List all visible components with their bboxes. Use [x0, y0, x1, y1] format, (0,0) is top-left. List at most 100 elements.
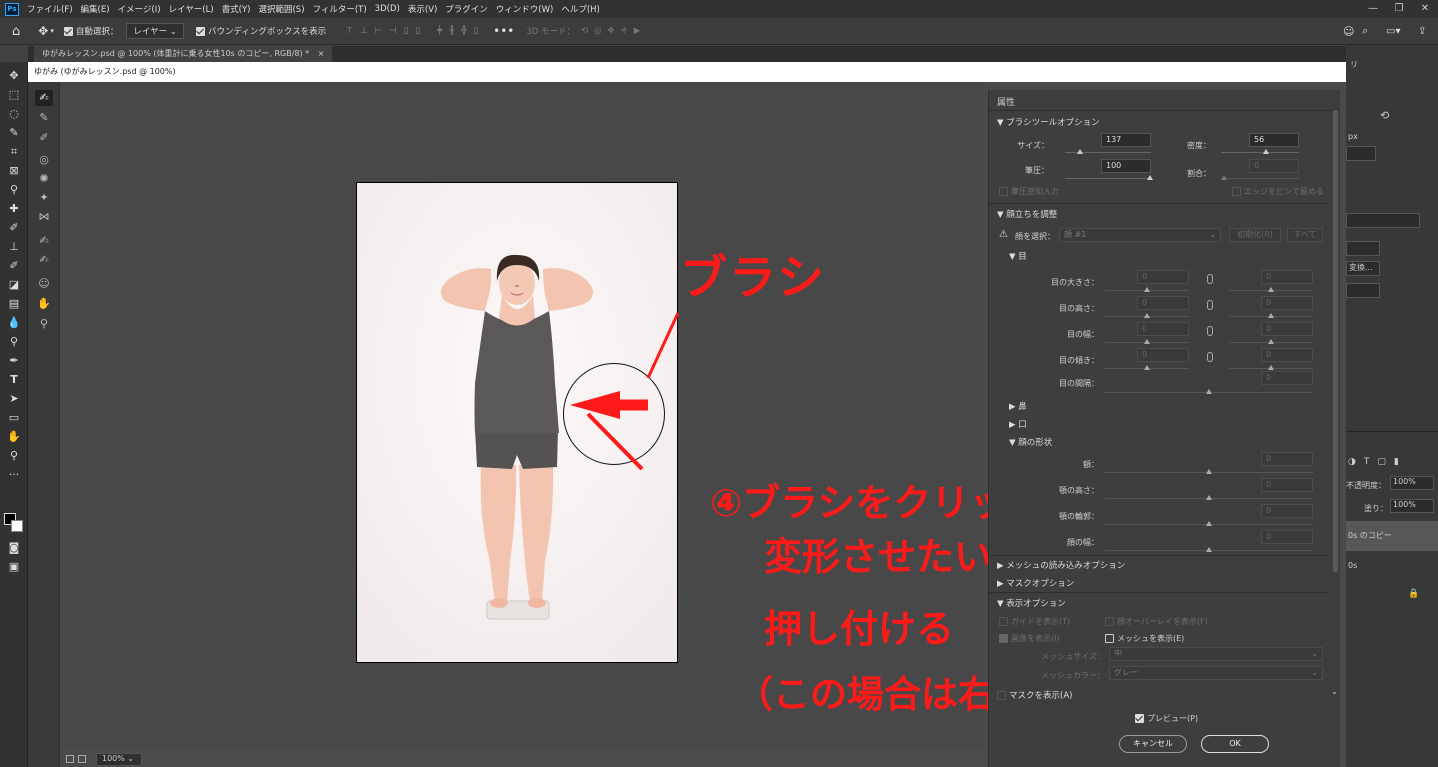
document-tab[interactable]: ゆがみレッスン.psd @ 100% (体重計に乗る女性10s のコピー, RG…	[34, 46, 333, 62]
density-slider[interactable]	[1221, 149, 1299, 154]
zoom-tool-icon[interactable]: ⚲	[4, 448, 24, 464]
zoom-in-icon[interactable]	[78, 755, 86, 763]
stamp-tool-icon[interactable]: ⊥	[4, 239, 24, 255]
layer-row[interactable]: 0s	[1346, 553, 1438, 579]
marquee-tool-icon[interactable]: ⬚	[4, 87, 24, 103]
right-field-2[interactable]	[1346, 213, 1420, 228]
restore-icon[interactable]: ❐	[1386, 0, 1412, 18]
menu-file[interactable]: ファイル(F)	[23, 3, 77, 15]
thaw-mask-tool-icon[interactable]: ✍	[35, 252, 53, 268]
face-tool-icon[interactable]: ☺	[35, 276, 53, 292]
move-tool-icon[interactable]: ✥	[38, 24, 48, 38]
eyedropper-tool-icon[interactable]: ⚲	[4, 182, 24, 198]
healing-brush-tool-icon[interactable]: ✚	[4, 201, 24, 217]
pressure-input[interactable]: 100	[1101, 159, 1151, 173]
show-mask-option[interactable]: マスクを表示(A)	[997, 689, 1072, 701]
menu-select[interactable]: 選択範囲(S)	[254, 3, 308, 15]
move-tool-icon[interactable]: ✥	[4, 68, 24, 84]
layer-row-selected[interactable]: 0s のコピー	[1346, 521, 1438, 551]
liquify-canvas[interactable]: ブラシ ④ブラシをクリックしたまま 変形させたい方向に 押し付ける （この場合は…	[60, 82, 1196, 747]
forward-warp-tool-icon[interactable]: ✍	[35, 90, 53, 106]
eraser-tool-icon[interactable]: ◪	[4, 277, 24, 293]
push-left-tool-icon[interactable]: ⋈	[35, 209, 53, 225]
layer-filter-icons[interactable]: ◑T▢▮	[1348, 457, 1407, 467]
screen-mode-icon[interactable]: ▣	[4, 559, 24, 575]
zoom-select[interactable]: 100% ⌄	[96, 753, 142, 766]
right-field-4[interactable]	[1346, 283, 1380, 298]
ok-button[interactable]: OK	[1201, 735, 1269, 753]
auto-select-dropdown[interactable]: レイヤー ⌄	[126, 23, 184, 39]
stylus-pressure-option[interactable]: 筆圧感知入力	[999, 186, 1059, 197]
menu-help[interactable]: ヘルプ(H)	[557, 3, 604, 15]
cancel-button[interactable]: キャンセル	[1119, 735, 1187, 753]
zoom-tool-icon[interactable]: ⚲	[35, 316, 53, 332]
panel-scroll-down-icon[interactable]: ⌄	[1331, 687, 1338, 696]
size-input[interactable]: 137	[1101, 133, 1151, 147]
pin-edges-option[interactable]: エッジをピンで留める	[1232, 186, 1324, 197]
path-select-tool-icon[interactable]: ➤	[4, 391, 24, 407]
nose-group-header[interactable]: ▶ 鼻	[1009, 400, 1027, 412]
mask-options-header[interactable]: ▶ マスクオプション	[997, 577, 1074, 589]
right-field-3[interactable]	[1346, 241, 1380, 256]
auto-select-checkbox[interactable]	[63, 26, 73, 36]
brush-tool-options-header[interactable]: ▼ ブラシツールオプション	[997, 116, 1100, 128]
minimize-icon[interactable]: —	[1360, 0, 1386, 18]
mouth-group-header[interactable]: ▶ 口	[1009, 418, 1027, 430]
smooth-tool-icon[interactable]: ✐	[35, 130, 53, 146]
chevron-down-icon[interactable]: ▾	[50, 27, 54, 35]
face-shape-group-header[interactable]: ▼ 顔の形状	[1009, 436, 1052, 448]
density-input[interactable]: 56	[1249, 133, 1299, 147]
home-icon[interactable]: ⌂	[12, 24, 20, 39]
convert-button[interactable]: 変換...	[1346, 261, 1380, 276]
crop-tool-icon[interactable]: ⌗	[4, 144, 24, 160]
menu-plugins[interactable]: プラグイン	[441, 3, 492, 15]
share-icon[interactable]: ⇪	[1418, 26, 1426, 37]
type-tool-icon[interactable]: T	[4, 372, 24, 388]
menu-layer[interactable]: レイヤー(L)	[165, 3, 218, 15]
close-icon[interactable]: ✕	[1412, 0, 1438, 18]
fill-field[interactable]: 100%	[1390, 499, 1434, 513]
view-options-header[interactable]: ▼ 表示オプション	[997, 597, 1066, 609]
distribute-icons[interactable]: ╪╫╬▯	[437, 26, 485, 36]
bounding-box-checkbox[interactable]	[195, 26, 205, 36]
history-brush-tool-icon[interactable]: ✐	[4, 258, 24, 274]
gradient-tool-icon[interactable]: ▤	[4, 296, 24, 312]
pucker-tool-icon[interactable]: ✺	[35, 171, 53, 187]
menu-image[interactable]: イメージ(I)	[114, 3, 165, 15]
show-mesh-option[interactable]: メッシュを表示(E)	[1105, 633, 1184, 644]
quick-select-tool-icon[interactable]: ✎	[4, 125, 24, 141]
user-icon[interactable]: ☺	[1343, 25, 1354, 38]
eyes-group-header[interactable]: ▼ 目	[1009, 250, 1027, 262]
align-icons[interactable]: ⊤⊥⊢⊣▯▯	[346, 26, 427, 36]
right-field-1[interactable]	[1346, 146, 1376, 161]
panel-tab-partial[interactable]: リ	[1350, 59, 1358, 70]
rectangle-tool-icon[interactable]: ▭	[4, 410, 24, 426]
reconstruct-tool-icon[interactable]: ✎	[35, 110, 53, 126]
dodge-tool-icon[interactable]: ⚲	[4, 334, 24, 350]
frame-tool-icon[interactable]: ⊠	[4, 163, 24, 179]
opacity-field[interactable]: 100%	[1390, 476, 1434, 490]
search-icon[interactable]: ⌕	[1362, 24, 1368, 38]
menu-view[interactable]: 表示(V)	[404, 3, 441, 15]
menu-3d[interactable]: 3D(D)	[371, 4, 404, 14]
more-tools-icon[interactable]: ···	[4, 467, 24, 483]
workspace-icon[interactable]: ▭▾	[1386, 26, 1400, 37]
bloat-tool-icon[interactable]: ✦	[35, 190, 53, 206]
face-aware-header[interactable]: ▼ 顔立ちを調整	[997, 208, 1057, 220]
close-tab-icon[interactable]: ×	[318, 49, 325, 58]
pressure-slider[interactable]	[1065, 175, 1153, 180]
more-icon[interactable]: •••	[493, 24, 514, 38]
reset-icon[interactable]: ⟲	[1380, 109, 1389, 122]
size-slider[interactable]	[1065, 149, 1151, 154]
brush-tool-icon[interactable]: ✐	[4, 220, 24, 236]
hand-tool-icon[interactable]: ✋	[35, 296, 53, 312]
twirl-tool-icon[interactable]: ◎	[35, 152, 53, 168]
background-color-swatch[interactable]	[11, 520, 23, 532]
pen-tool-icon[interactable]: ✒	[4, 353, 24, 369]
preview-option[interactable]: プレビュー(P)	[1135, 713, 1198, 724]
menu-type[interactable]: 書式(Y)	[218, 3, 255, 15]
menu-window[interactable]: ウィンドウ(W)	[492, 3, 558, 15]
load-mesh-options-header[interactable]: ▶ メッシュの読み込みオプション	[997, 559, 1125, 571]
properties-scrollbar[interactable]	[1333, 110, 1338, 572]
blur-tool-icon[interactable]: 💧	[4, 315, 24, 331]
